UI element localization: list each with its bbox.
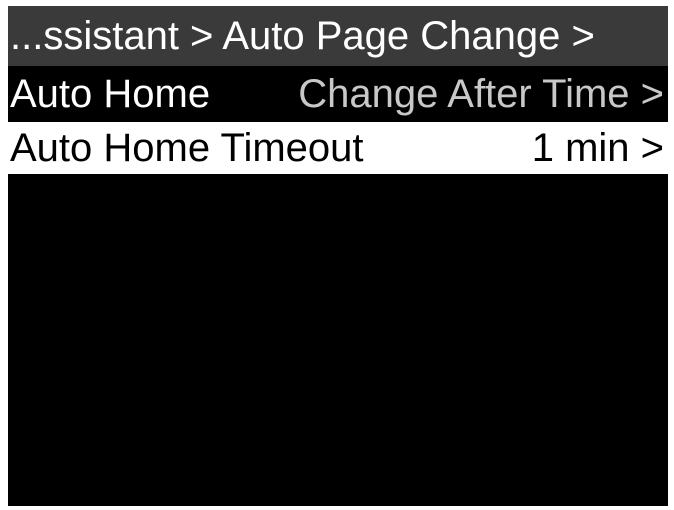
menu-item-auto-home[interactable]: Auto Home Change After Time > [8,68,668,120]
breadcrumb-text: ...ssistant > Auto Page Change > [10,14,595,58]
device-screen: ...ssistant > Auto Page Change > Auto Ho… [8,6,668,506]
menu-item-auto-home-timeout[interactable]: Auto Home Timeout 1 min > [8,122,668,174]
breadcrumb: ...ssistant > Auto Page Change > [8,6,668,66]
menu-item-value: Change After Time > [298,72,664,116]
menu-item-label: Auto Home [10,72,211,116]
menu-item-label: Auto Home Timeout [10,126,364,170]
menu-item-value: 1 min > [531,126,664,170]
